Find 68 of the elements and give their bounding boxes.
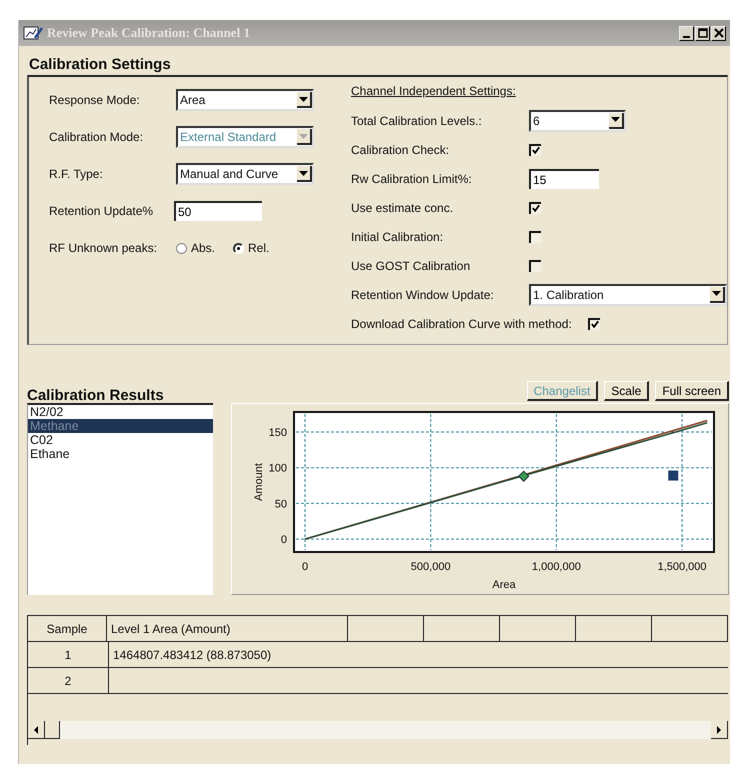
radio-button[interactable] xyxy=(233,242,244,254)
list-item[interactable]: C02 xyxy=(28,433,213,447)
field-label: Total Calibration Levels.: xyxy=(351,114,483,128)
close-button[interactable] xyxy=(711,26,726,40)
window-title: Review Peak Calibration: Channel 1 xyxy=(47,25,251,41)
chart-pencil-icon xyxy=(23,25,43,41)
input-field[interactable]: 15 xyxy=(529,168,599,188)
tick-label: 1,000,000 xyxy=(532,561,581,573)
dropdown[interactable]: 6 xyxy=(529,110,626,132)
dropdown[interactable]: Area xyxy=(176,89,314,111)
maximize-icon xyxy=(698,28,708,38)
input-field[interactable]: 50 xyxy=(174,201,262,221)
section-title: Calibration Settings xyxy=(28,55,172,73)
field-label: Use estimate conc. xyxy=(351,200,454,214)
tick-label: 1,500,000 xyxy=(658,561,707,573)
minimize-button[interactable] xyxy=(679,26,694,40)
field-label: Retention Window Update: xyxy=(351,288,495,302)
list-item[interactable]: Ethane xyxy=(28,447,213,461)
column-header: Sample xyxy=(28,616,107,641)
group-heading: Channel Independent Settings: xyxy=(351,84,517,100)
field-label: R.F. Type: xyxy=(49,167,104,181)
right-arrow-icon xyxy=(716,726,722,734)
checkbox[interactable] xyxy=(529,230,541,242)
field-label: RF Unknown peaks: xyxy=(49,241,158,255)
horizontal-scrollbar[interactable] xyxy=(28,721,728,739)
field-label: Calibration Check: xyxy=(351,142,450,156)
tick-label: 100 xyxy=(268,462,287,475)
list-item[interactable]: N2/02 xyxy=(28,405,213,419)
radio-button[interactable] xyxy=(176,242,187,254)
axis-title: Amount xyxy=(253,463,265,501)
field-label: Use GOST Calibration xyxy=(351,258,472,272)
radio-label: Abs. xyxy=(191,241,216,255)
tick-label: 500,000 xyxy=(410,561,451,573)
tick-label: 150 xyxy=(268,427,287,439)
left-arrow-icon xyxy=(33,726,39,734)
data-point xyxy=(668,470,678,481)
tick-label: 0 xyxy=(280,534,287,546)
checkbox[interactable] xyxy=(529,260,541,272)
tick-label: 50 xyxy=(274,498,287,510)
tick-label: 0 xyxy=(302,561,308,573)
section-title: Calibration Results xyxy=(27,386,165,403)
dropdown[interactable]: Manual and Curve xyxy=(176,163,314,185)
field-label: Calibration Mode: xyxy=(49,130,144,144)
toolbar-button[interactable]: Full screen xyxy=(655,381,729,401)
radio-label: Rel. xyxy=(248,241,270,255)
column-header: Level 1 Area (Amount) xyxy=(106,616,348,641)
maximize-button[interactable] xyxy=(695,26,710,40)
checkbox[interactable] xyxy=(588,318,600,330)
field-label: Retention Update% xyxy=(49,204,154,218)
scroll-left-button[interactable] xyxy=(28,721,45,739)
field-label: Response Mode: xyxy=(49,93,141,107)
close-icon xyxy=(714,28,724,38)
list-item[interactable]: Methane xyxy=(28,419,213,433)
checkbox[interactable] xyxy=(529,144,541,156)
field-label: Initial Calibration: xyxy=(351,230,444,244)
checkbox[interactable] xyxy=(529,202,541,214)
field-label: Rw Calibration Limit%: xyxy=(351,172,473,186)
field-label: Download Calibration Curve with method: xyxy=(351,316,572,330)
data-point xyxy=(518,470,530,482)
toolbar-button[interactable]: Scale xyxy=(604,381,650,401)
row-header: 2 xyxy=(28,668,109,693)
scroll-thumb[interactable] xyxy=(45,721,60,739)
scroll-right-button[interactable] xyxy=(711,721,728,739)
table-cell-text: 1464807.483412 (88.873050) xyxy=(112,646,272,664)
dropdown[interactable]: 1. Calibration xyxy=(529,284,727,306)
minimize-icon xyxy=(683,36,690,38)
axis-title: Area xyxy=(492,579,516,591)
row-header: 1 xyxy=(28,642,109,667)
